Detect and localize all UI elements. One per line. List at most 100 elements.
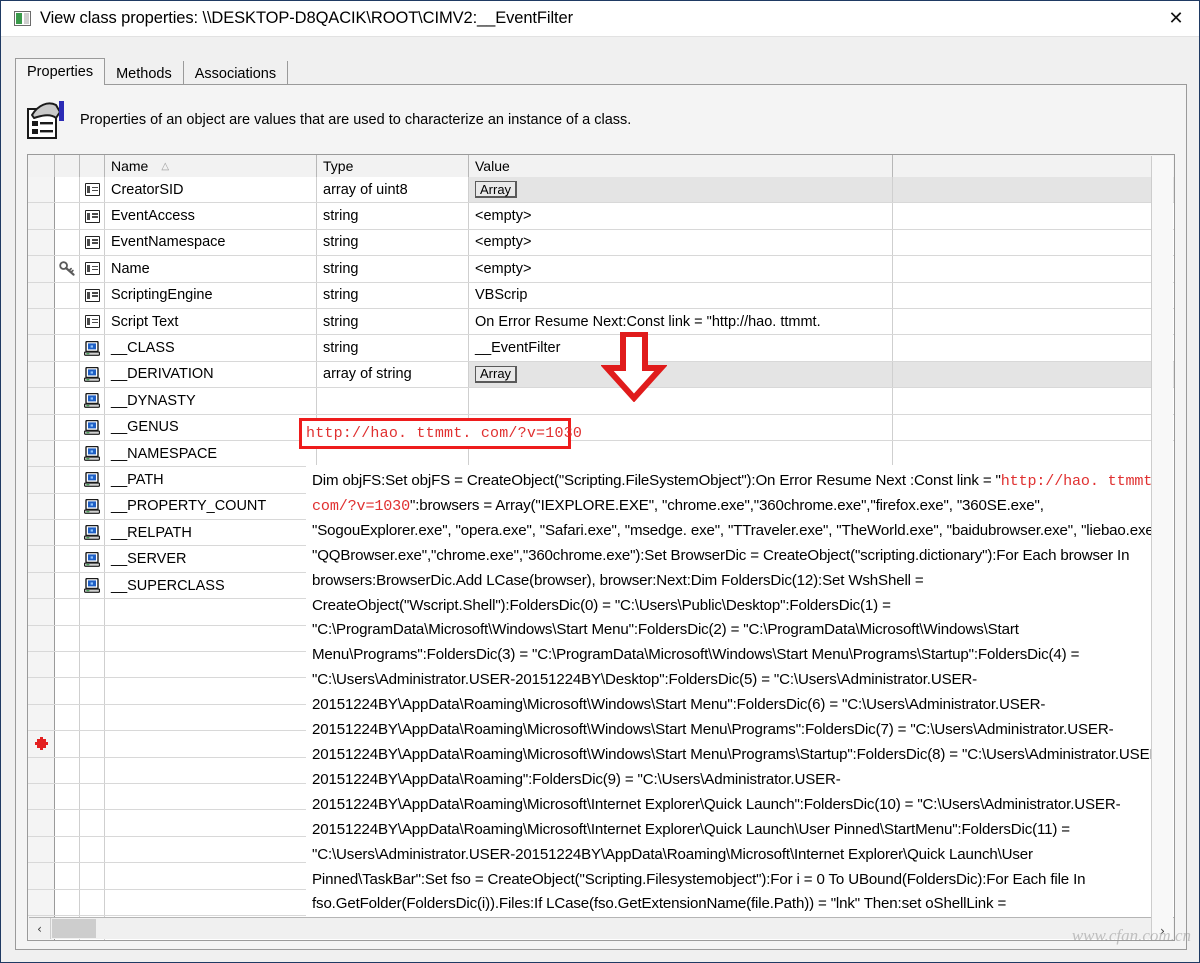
tab-properties[interactable]: Properties [15,58,106,85]
property-icon [84,183,100,197]
cell-extra [893,441,1174,466]
row-marker-cell[interactable] [28,467,55,493]
row-marker-cell[interactable] [28,388,55,414]
empty-cell [55,625,80,652]
key-icon [58,261,76,277]
cell-type: array of string [317,361,469,388]
row-marker-cell[interactable] [28,414,55,440]
empty-cell [80,889,105,915]
row-marker-cell[interactable] [28,440,55,467]
row-marker-cell[interactable] [28,335,55,361]
row-marker-cell[interactable] [28,572,55,599]
title-bar: View class properties: \\DESKTOP-D8QACIK… [1,1,1199,37]
cell-type [317,388,469,414]
system-property-icon [83,445,101,461]
cell-name: __DERIVATION [105,361,317,388]
empty-cell [28,889,55,915]
empty-cell [80,678,105,704]
row-marker-cell[interactable] [28,520,55,546]
table-row[interactable]: Name string <empty> [28,256,1174,283]
window-title: View class properties: \\DESKTOP-D8QACIK… [40,9,573,27]
row-icon-cell [80,467,105,493]
empty-cell [28,757,55,783]
cell-name: ScriptingEngine [105,282,317,308]
tab-associations[interactable]: Associations [183,61,289,86]
url-annotation-box: http://hao. ttmmt. com/?v=1030 [299,418,582,449]
table-row[interactable]: EventNamespace string <empty> [28,229,1174,257]
cell-name: EventAccess [105,203,317,229]
properties-description-icon [26,99,70,141]
view-class-properties-window: View class properties: \\DESKTOP-D8QACIK… [0,0,1200,963]
row-key-cell [55,203,80,229]
row-key-cell [55,546,80,572]
cell-value[interactable] [469,388,893,414]
vertical-scrollbar[interactable]: › [1151,156,1173,940]
table-row[interactable]: __NAMESPACE [28,440,1174,468]
table-row[interactable]: EventAccess string <empty> [28,203,1174,230]
cell-value[interactable]: <empty> [469,203,893,229]
row-marker-cell[interactable] [28,361,55,388]
cell-extra [893,283,1174,308]
empty-cell [80,731,105,757]
column-header-value[interactable]: Value [469,155,893,177]
empty-cell [55,889,80,915]
row-marker-cell[interactable] [28,308,55,335]
system-property-icon [83,419,101,435]
row-key-cell [55,520,80,546]
row-icon-cell [80,177,105,203]
cell-value[interactable]: Array [469,361,893,388]
row-marker-cell[interactable] [28,493,55,520]
column-header-extra [893,155,1174,177]
row-marker-cell[interactable] [28,282,55,308]
empty-cell [55,652,80,678]
row-marker-cell[interactable] [28,256,55,282]
cell-value[interactable]: <empty> [469,256,893,282]
empty-cell [80,836,105,863]
grid-header-row: Name △ Type Value [28,155,1174,177]
row-icon-cell [80,546,105,572]
cell-value[interactable]: Array [469,177,893,203]
horizontal-scroll-thumb[interactable] [52,919,96,938]
row-key-cell [55,308,80,335]
table-row[interactable]: __GENUS [28,414,1174,441]
close-icon[interactable]: ✕ [1153,1,1199,36]
cell-value[interactable]: On Error Resume Next:Const link = "http:… [469,308,893,335]
row-key-cell [55,493,80,520]
empty-cell [105,757,317,783]
row-marker-cell[interactable] [28,546,55,572]
horizontal-scrollbar[interactable]: ‹ [29,917,1174,939]
array-value-button[interactable]: Array [475,365,518,383]
script-text-overlay: Dim objFS:Set objFS = CreateObject("Scri… [306,465,1174,940]
array-value-button[interactable]: Array [475,181,518,199]
table-row[interactable]: CreatorSID array of uint8 Array [28,177,1174,204]
cell-value[interactable]: <empty> [469,229,893,256]
property-icon [84,209,100,223]
cell-name: Name [105,256,317,282]
table-row[interactable]: ScriptingEngine string VBScrip [28,282,1174,309]
cell-value[interactable]: VBScrip [469,282,893,308]
empty-cell [28,652,55,678]
cell-extra [893,230,1174,255]
column-header-name[interactable]: Name △ [105,155,317,177]
empty-cell [28,810,55,836]
empty-cell [28,731,55,757]
cell-extra [893,335,1174,360]
row-icon-cell [80,440,105,467]
empty-cell [80,704,105,731]
row-edit-marker-icon [34,737,48,751]
row-icon-cell [80,229,105,256]
sort-ascending-icon: △ [161,160,170,172]
script-part-2: ":browsers = Array("IEXPLORE.EXE", "chro… [312,496,1166,937]
column-header-type[interactable]: Type [317,155,469,177]
empty-cell [28,625,55,652]
empty-cell [105,836,317,863]
empty-cell [105,678,317,704]
property-icon [84,235,100,249]
row-marker-cell[interactable] [28,177,55,203]
tab-methods[interactable]: Methods [105,61,184,86]
property-icon [84,262,100,276]
row-marker-cell[interactable] [28,203,55,229]
cell-value[interactable]: __EventFilter [469,335,893,361]
row-marker-cell[interactable] [28,229,55,256]
scroll-left-arrow-icon[interactable]: ‹ [29,918,51,939]
